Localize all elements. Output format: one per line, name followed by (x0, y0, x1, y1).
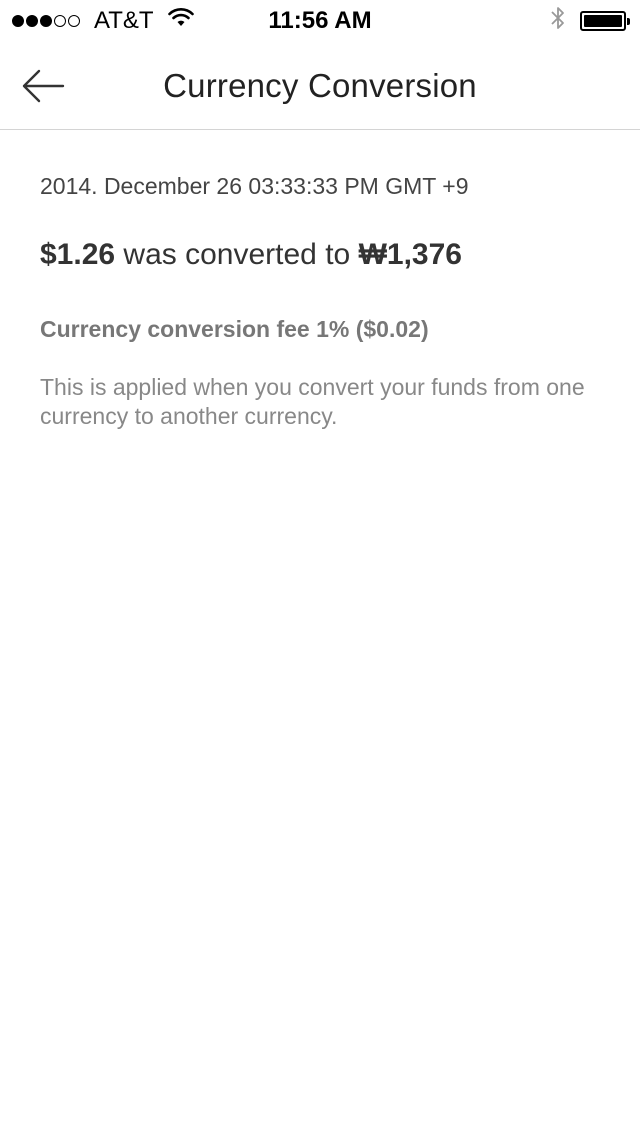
status-bar: AT&T 11:56 AM (0, 0, 640, 42)
conversion-timestamp: 2014. December 26 03:33:33 PM GMT +9 (40, 173, 469, 199)
signal-dot (26, 15, 38, 27)
signal-strength-icon (12, 15, 80, 27)
back-button[interactable] (18, 64, 68, 108)
to-amount: ₩1,376 (358, 238, 462, 271)
status-bar-right (468, 5, 630, 38)
conversion-fee: Currency conversion fee 1% ($0.02) (40, 316, 429, 342)
signal-dot (68, 15, 80, 27)
signal-dot (54, 15, 66, 27)
signal-dot (12, 15, 24, 27)
page-title: Currency Conversion (163, 66, 477, 104)
navigation-bar: Currency Conversion (0, 42, 640, 130)
conversion-summary: $1.26 was converted to ₩1,376 (40, 238, 600, 272)
from-amount: $1.26 (40, 238, 116, 271)
fee-description: This is applied when you convert your fu… (40, 374, 585, 429)
signal-dot (40, 15, 52, 27)
back-arrow-icon (22, 69, 65, 103)
conversion-connector: was converted to (123, 238, 351, 271)
conversion-detail: 2014. December 26 03:33:33 PM GMT +9 $1.… (0, 131, 640, 431)
status-time: 11:56 AM (268, 7, 372, 34)
carrier-name: AT&T (94, 7, 154, 34)
bluetooth-icon (550, 5, 566, 38)
battery-icon (580, 11, 630, 31)
